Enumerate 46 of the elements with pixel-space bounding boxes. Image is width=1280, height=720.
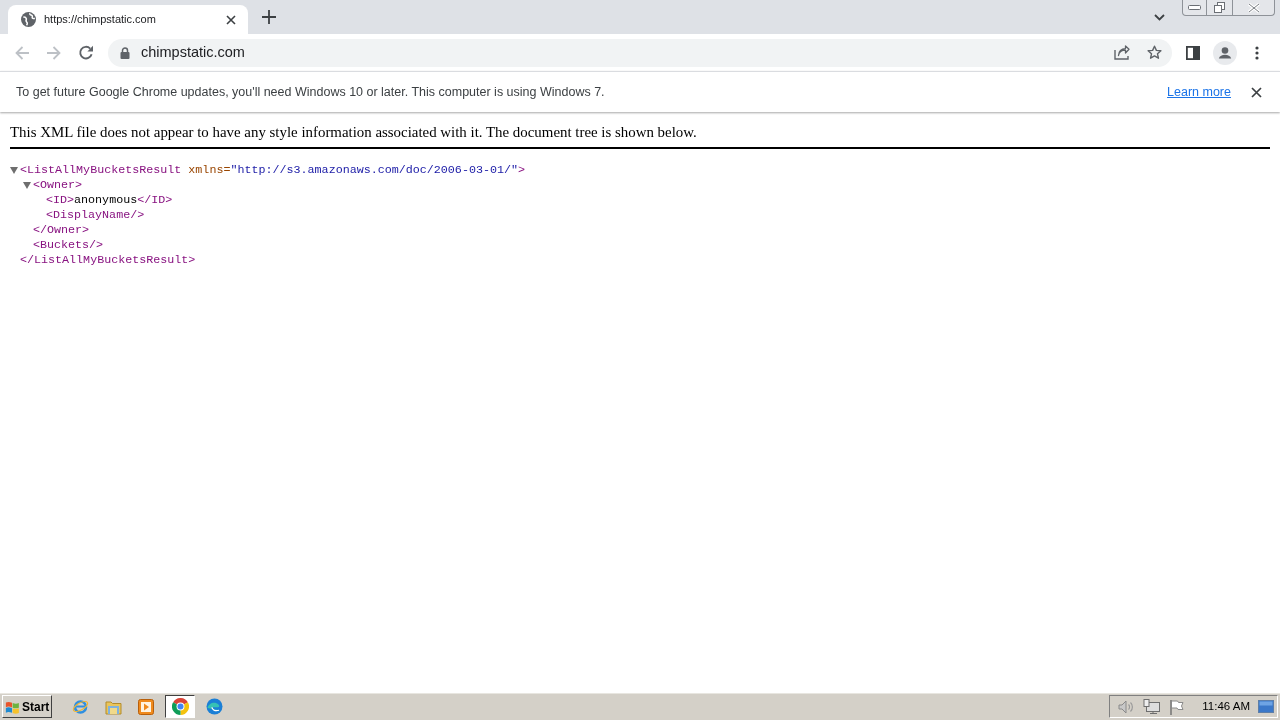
restore-icon xyxy=(1214,2,1225,13)
lock-icon xyxy=(120,46,130,59)
xml-empty-tag: <Buckets/> xyxy=(33,238,104,253)
kebab-menu-icon xyxy=(1255,45,1259,60)
close-icon xyxy=(1250,86,1262,98)
xml-notice: This XML file does not appear to have any style information associated with it. The document tree is shown below. xyxy=(10,124,697,140)
restore-button[interactable] xyxy=(1207,0,1233,16)
network-icon[interactable] xyxy=(1143,698,1162,715)
play-icon xyxy=(138,698,155,715)
collapse-triangle-icon[interactable] xyxy=(23,182,31,189)
xml-open-tag: <Owner> xyxy=(33,178,83,193)
xml-close-tag: </Owner> xyxy=(33,223,90,238)
infobar-message: To get future Google Chrome updates, you'll need Windows 10 or later. This computer is using Windows 7. xyxy=(16,83,605,101)
globe-icon xyxy=(21,12,36,27)
minimize-button[interactable] xyxy=(1182,0,1207,16)
close-icon xyxy=(1247,2,1260,13)
orbit-icon xyxy=(71,698,89,715)
start-button[interactable]: Start xyxy=(2,695,53,718)
folder-icon xyxy=(104,698,122,715)
plus-icon xyxy=(262,10,276,24)
address-bar[interactable]: chimpstatic.com xyxy=(108,38,1172,67)
side-panel-icon xyxy=(1186,45,1200,60)
xml-close-tag: </ListAllMyBucketsResult> xyxy=(20,253,196,268)
browser-tab[interactable]: https://chimpstatic.com xyxy=(8,5,248,34)
flag-logo-icon xyxy=(5,699,20,714)
minimize-icon xyxy=(1188,5,1201,10)
xml-open-tag: <ListAllMyBucketsResult xmlns="http://s3.amazonaws.com/doc/2006-03-01/"> xyxy=(20,163,525,178)
back-arrow-icon xyxy=(14,44,30,61)
learn-more-link[interactable]: Learn more xyxy=(1167,82,1231,102)
taskbar-app-button[interactable] xyxy=(165,695,196,718)
close-window-button[interactable] xyxy=(1233,0,1275,16)
collapse-triangle-icon[interactable] xyxy=(10,167,18,174)
forward-arrow-icon xyxy=(46,44,62,61)
tray-clock[interactable]: 11:46 AM xyxy=(1202,697,1250,716)
chevron-down-icon xyxy=(1153,13,1165,21)
flag-icon[interactable] xyxy=(1169,698,1185,715)
close-icon xyxy=(226,14,236,25)
profile-button[interactable] xyxy=(1211,38,1239,67)
xml-empty-tag: <DisplayName/> xyxy=(46,208,145,223)
star-icon xyxy=(1146,45,1162,60)
segmented-circle-icon xyxy=(171,698,189,715)
avatar-icon xyxy=(1213,40,1237,65)
xml-element: <ID>anonymous</ID> xyxy=(46,193,173,208)
reload-icon xyxy=(78,44,94,61)
swirl-icon xyxy=(205,698,223,715)
share-icon xyxy=(1114,45,1130,60)
